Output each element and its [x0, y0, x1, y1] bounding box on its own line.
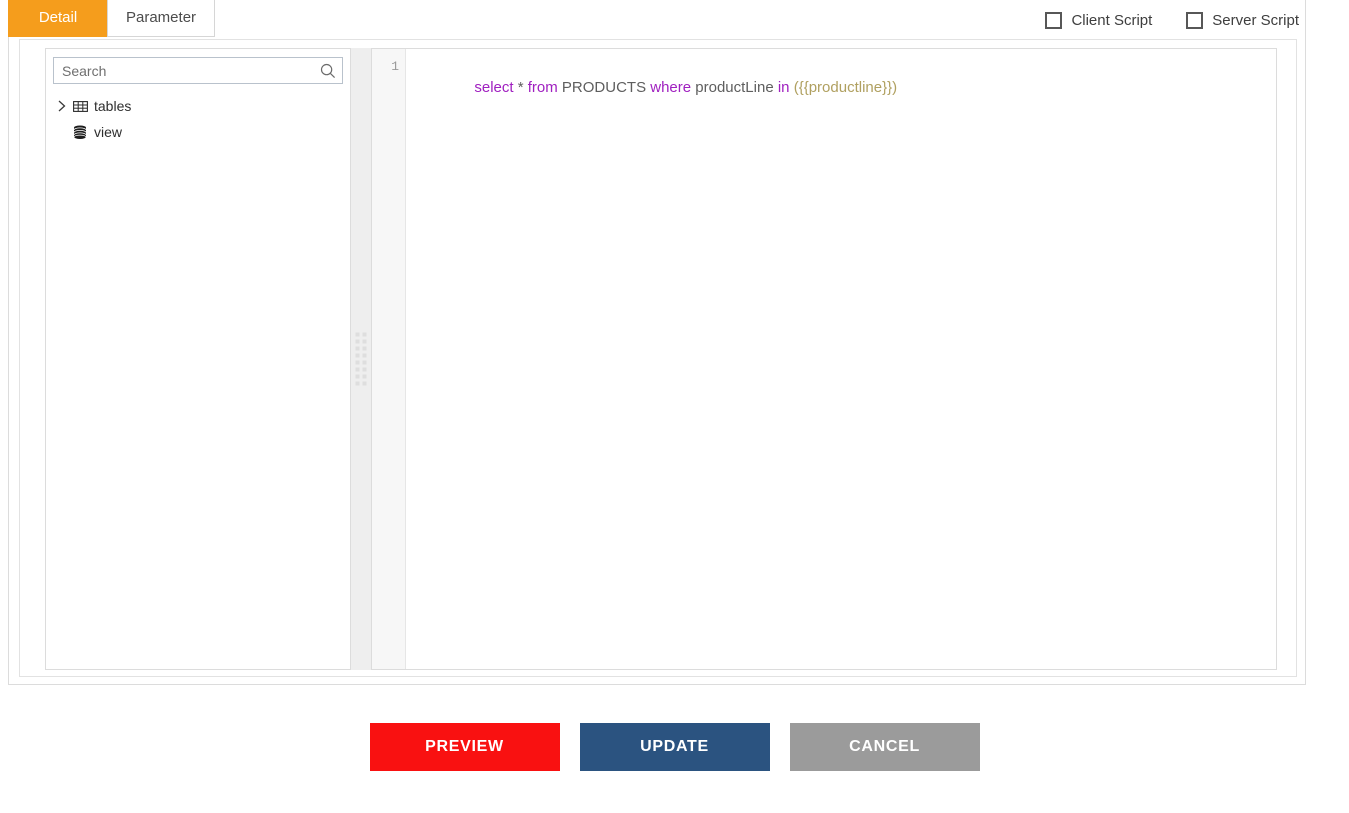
- sql-token-keyword: select: [474, 79, 514, 96]
- tab-bar: Detail Parameter: [8, 0, 216, 38]
- chevron-right-icon[interactable]: [54, 98, 70, 114]
- dialog-body-frame: tables: [8, 0, 1306, 685]
- server-script-label: Server Script: [1212, 12, 1299, 29]
- search-input[interactable]: [62, 58, 320, 83]
- client-script-checkbox[interactable]: [1045, 12, 1063, 29]
- tab-parameter[interactable]: Parameter: [107, 0, 216, 37]
- sql-token-variable: ({{productline}}): [793, 79, 898, 96]
- line-number: 1: [391, 59, 399, 74]
- server-script-option[interactable]: Server Script: [1186, 12, 1299, 29]
- schema-tree-pane: tables: [45, 48, 351, 670]
- tree-node-view[interactable]: view: [54, 119, 350, 145]
- splitter-grip-icon[interactable]: [355, 332, 367, 386]
- client-script-option[interactable]: Client Script: [1045, 12, 1152, 29]
- client-script-label: Client Script: [1071, 12, 1153, 29]
- sql-editor-pane[interactable]: 1 select * from PRODUCTS where productLi…: [371, 48, 1277, 670]
- tree-node-label: view: [94, 124, 123, 140]
- tree-node-label: tables: [94, 98, 132, 114]
- tab-detail[interactable]: Detail: [8, 0, 108, 37]
- sql-token-text: *: [513, 79, 528, 96]
- dialog-footer: PREVIEW UPDATE CANCEL: [0, 722, 1349, 772]
- update-button[interactable]: UPDATE: [579, 723, 770, 771]
- search-icon[interactable]: [320, 63, 336, 79]
- preview-button[interactable]: PREVIEW: [369, 723, 560, 771]
- script-options: Client Script Server Script: [1045, 12, 1299, 29]
- tab-label: Parameter: [126, 9, 197, 26]
- sql-token-text: productLine: [691, 79, 778, 96]
- editor-gutter: 1: [372, 49, 406, 669]
- sql-token-keyword: from: [527, 79, 558, 96]
- server-script-checkbox[interactable]: [1186, 12, 1204, 29]
- sql-token-text: PRODUCTS: [557, 79, 651, 96]
- pane-splitter[interactable]: [351, 48, 371, 670]
- sql-code-area[interactable]: select * from PRODUCTS where productLine…: [406, 49, 1276, 669]
- tree-node-tables[interactable]: tables: [54, 93, 350, 119]
- editor-split-row: tables: [45, 48, 1277, 670]
- detail-content-panel: tables: [19, 39, 1297, 677]
- sql-token-keyword: where: [650, 79, 692, 96]
- sql-token-keyword: in: [777, 79, 790, 96]
- schema-search-box[interactable]: [53, 57, 343, 84]
- database-icon: [72, 124, 88, 140]
- cancel-button[interactable]: CANCEL: [789, 723, 980, 771]
- code-line[interactable]: select * from PRODUCTS where productLine…: [416, 56, 1276, 119]
- tab-label: Detail: [38, 9, 78, 26]
- sql-dataset-editor-dialog: tables: [0, 0, 1349, 813]
- schema-tree: tables view: [46, 93, 350, 145]
- table-grid-icon: [72, 98, 88, 114]
